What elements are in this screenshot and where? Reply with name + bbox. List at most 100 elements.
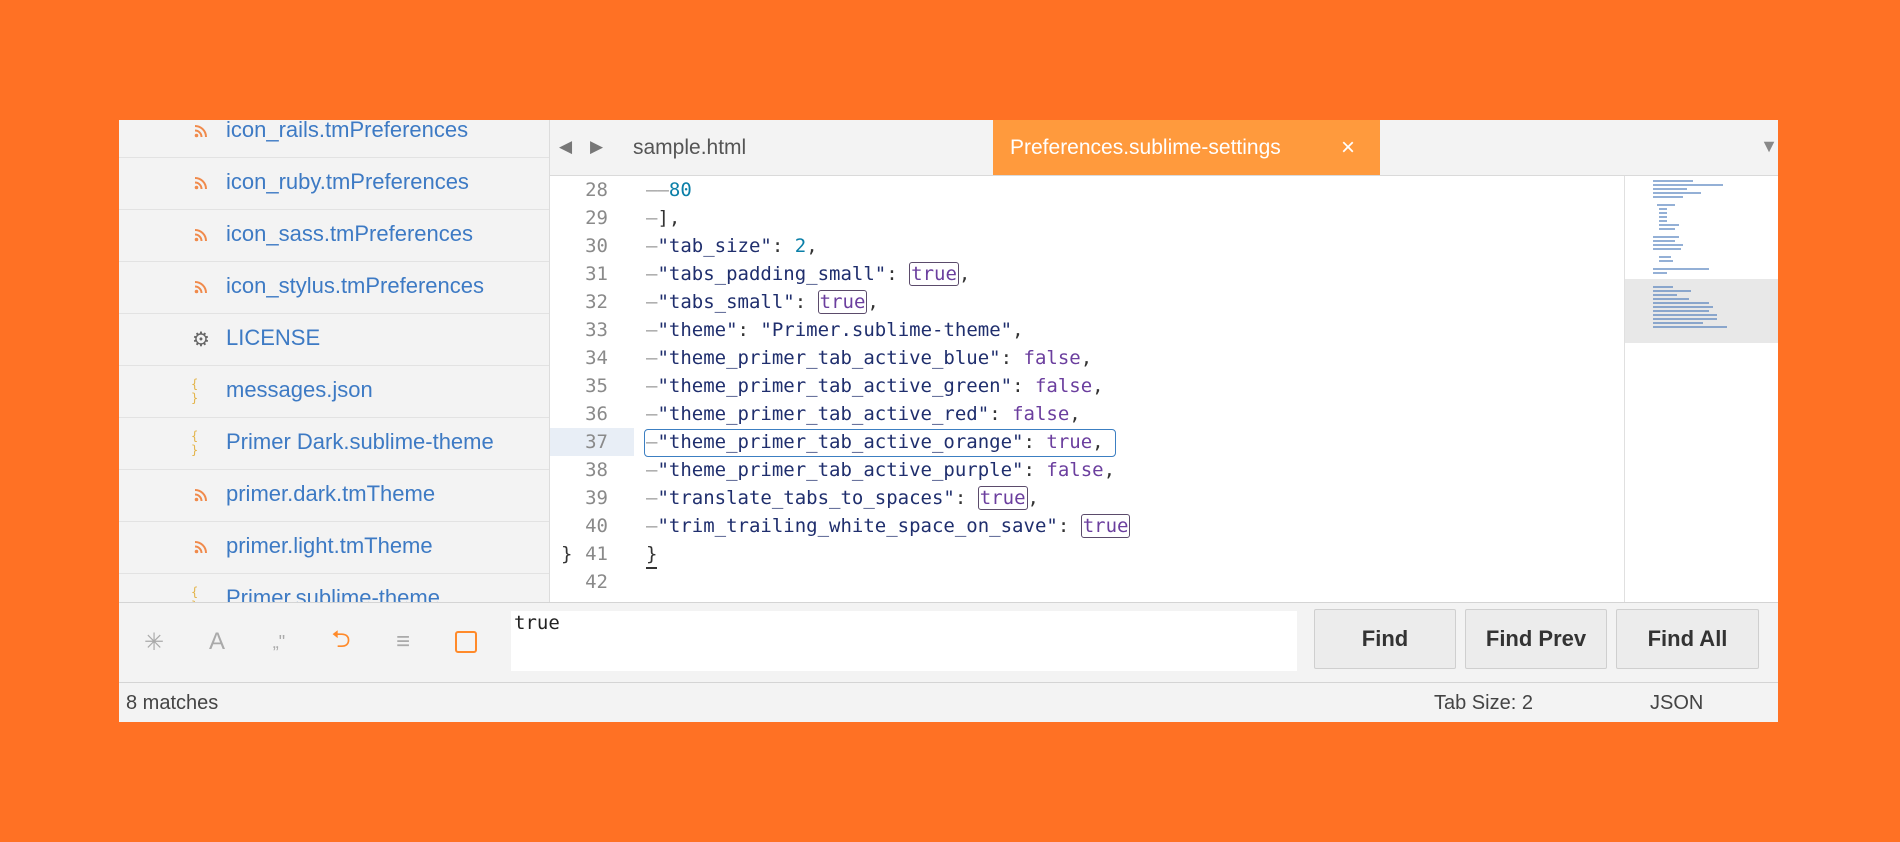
- json-key: "theme_primer_tab_active_red": [657, 403, 990, 425]
- line-number: 35: [585, 375, 608, 397]
- code-line: 30 —"tab_size": 2,: [550, 232, 1624, 260]
- line-number: 31: [585, 263, 608, 285]
- sidebar-item[interactable]: icon_rails.tmPreferences: [119, 120, 549, 158]
- tab-preferences[interactable]: Preferences.sublime-settings ×: [993, 120, 1380, 175]
- rss-icon: [191, 485, 211, 505]
- match-highlight: true: [1080, 514, 1131, 538]
- minimap[interactable]: [1624, 176, 1778, 602]
- code-text: —"theme": "Primer.sublime-theme",: [646, 319, 1024, 341]
- tab-next-icon[interactable]: ▶: [590, 137, 603, 157]
- code-line: 32 —"tabs_small": true,: [550, 288, 1624, 316]
- sidebar-item[interactable]: { } Primer.sublime-theme: [119, 574, 549, 602]
- sidebar-item-label: primer.light.tmTheme: [226, 533, 433, 558]
- minimap-line: [1653, 298, 1689, 300]
- line-number: 40: [585, 515, 608, 537]
- sidebar-item-label: icon_stylus.tmPreferences: [226, 273, 484, 298]
- whole-word-icon[interactable]: „": [264, 627, 294, 657]
- json-key: "theme_primer_tab_active_blue": [657, 347, 1001, 369]
- minimap-line: [1653, 310, 1709, 312]
- chevron-down-icon[interactable]: ▼: [1760, 136, 1778, 157]
- minimap-line: [1653, 290, 1691, 292]
- wrap-icon[interactable]: ⮌: [326, 626, 356, 657]
- line-number: 30: [585, 235, 608, 257]
- json-key: "theme": [657, 319, 738, 341]
- sidebar-item[interactable]: ⚙ LICENSE: [119, 314, 549, 366]
- number-value: 2: [794, 235, 807, 257]
- syntax-indicator[interactable]: JSON: [1650, 692, 1703, 715]
- tab-sample-html[interactable]: sample.html: [610, 120, 990, 175]
- code-text: —"tabs_padding_small": true,: [646, 262, 971, 286]
- boolean-value: false: [1034, 375, 1093, 397]
- rss-icon: [191, 173, 211, 193]
- code-text: —"translate_tabs_to_spaces": true,: [646, 486, 1039, 510]
- find-input-value: true: [514, 612, 560, 634]
- minimap-line: [1653, 302, 1709, 304]
- braces-icon: { }: [191, 429, 199, 457]
- boolean-value: false: [1012, 403, 1070, 425]
- match-count: 8 matches: [126, 692, 219, 714]
- code-editor[interactable]: 28 ——80 29 —], 30 —"tab_size": 2, 31 —"t…: [550, 176, 1624, 602]
- find-prev-button[interactable]: Find Prev: [1465, 609, 1607, 669]
- sidebar-item[interactable]: { } messages.json: [119, 366, 549, 418]
- minimap-line: [1653, 180, 1693, 182]
- find-all-button[interactable]: Find All: [1616, 609, 1759, 669]
- sidebar-item[interactable]: { } Primer Dark.sublime-theme: [119, 418, 549, 470]
- case-sensitive-icon[interactable]: A: [202, 627, 232, 657]
- code-line: 36 —"theme_primer_tab_active_red": false…: [550, 400, 1624, 428]
- line-number: 29: [585, 207, 608, 229]
- sidebar-item-label: Primer Dark.sublime-theme: [226, 429, 494, 454]
- brace-close: }: [646, 543, 658, 565]
- code-line: 40 —"trim_trailing_white_space_on_save":…: [550, 512, 1624, 540]
- boolean-value: false: [1046, 459, 1104, 481]
- line-number: 41: [585, 543, 608, 565]
- minimap-line: [1653, 188, 1687, 190]
- gear-icon: ⚙: [192, 328, 210, 351]
- minimap-line: [1653, 286, 1673, 288]
- json-key: "theme_primer_tab_active_purple": [657, 459, 1024, 481]
- line-number: 33: [585, 319, 608, 341]
- minimap-line: [1653, 314, 1717, 316]
- highlight-matches-icon[interactable]: [451, 627, 481, 657]
- json-key: "theme_primer_tab_active_green": [657, 375, 1013, 397]
- find-input[interactable]: [511, 611, 1297, 671]
- sidebar-item-label: icon_rails.tmPreferences: [226, 120, 469, 142]
- boolean-value: false: [1023, 347, 1081, 369]
- minimap-line: [1659, 212, 1667, 214]
- regex-icon[interactable]: ✳: [139, 627, 169, 657]
- code-text: —"theme_primer_tab_active_green": false,: [646, 375, 1104, 397]
- sidebar-item[interactable]: primer.light.tmTheme: [119, 522, 549, 574]
- minimap-line: [1659, 208, 1667, 210]
- code-line: 29 —],: [550, 204, 1624, 232]
- code-line-current: 37 —"theme_primer_tab_active_orange": tr…: [550, 428, 1624, 457]
- json-key: "trim_trailing_white_space_on_save": [657, 515, 1058, 537]
- sidebar-item[interactable]: primer.dark.tmTheme: [119, 470, 549, 522]
- in-selection-icon[interactable]: ≡: [388, 627, 418, 657]
- code-line: 39 —"translate_tabs_to_spaces": true,: [550, 484, 1624, 512]
- braces-icon: { }: [191, 377, 199, 405]
- sidebar-item[interactable]: icon_ruby.tmPreferences: [119, 158, 549, 210]
- minimap-line: [1659, 224, 1679, 226]
- code-line: 42: [550, 568, 1624, 596]
- code-line: 28 ——80: [550, 176, 1624, 204]
- find-button[interactable]: Find: [1314, 609, 1456, 669]
- minimap-line: [1659, 228, 1675, 230]
- tab-prev-icon[interactable]: ◀: [559, 137, 572, 157]
- minimap-line: [1653, 196, 1683, 198]
- sidebar-item[interactable]: icon_sass.tmPreferences: [119, 210, 549, 262]
- rss-icon: [191, 121, 211, 141]
- tab-size-indicator[interactable]: Tab Size: 2: [1434, 692, 1533, 715]
- sidebar-item[interactable]: icon_stylus.tmPreferences: [119, 262, 549, 314]
- match-highlight: true: [977, 486, 1028, 510]
- string-value: "Primer.sublime-theme": [760, 319, 1013, 341]
- sidebar[interactable]: icon_rails.tmPreferences icon_ruby.tmPre…: [119, 120, 550, 602]
- code-line: 33 —"theme": "Primer.sublime-theme",: [550, 316, 1624, 344]
- line-number: 39: [585, 487, 608, 509]
- json-key: "translate_tabs_to_spaces": [657, 487, 955, 509]
- code-text: —"tabs_small": true,: [646, 290, 879, 314]
- number-value: 80: [668, 179, 692, 201]
- fold-marker[interactable]: }: [561, 543, 572, 565]
- sidebar-item-label: messages.json: [226, 377, 373, 402]
- match-highlight: true: [817, 290, 868, 314]
- status-bar: 8 matches Tab Size: 2 JSON: [119, 682, 1778, 722]
- close-icon[interactable]: ×: [1341, 134, 1355, 162]
